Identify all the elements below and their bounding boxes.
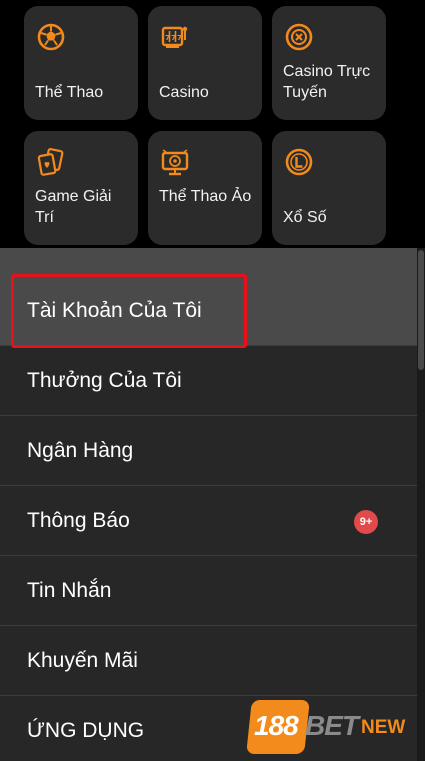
logo-brand: BET bbox=[305, 710, 359, 741]
menu-item-thuong[interactable]: Thưởng Của Tôi bbox=[0, 346, 417, 416]
menu-item-label: Thưởng Của Tôi bbox=[27, 369, 182, 392]
account-menu: Tài Khoản Của Tôi Thưởng Của Tôi Ngân Hà… bbox=[0, 248, 417, 761]
product-tile-the-thao[interactable]: Thể Thao bbox=[24, 6, 138, 120]
product-grid: Thể Thao 777 Casino Casino Trực Tuyến Ga… bbox=[24, 6, 386, 245]
menu-item-khuyen-mai[interactable]: Khuyến Mãi bbox=[0, 626, 417, 696]
menu-item-label: Tin Nhắn bbox=[27, 579, 112, 602]
soccer-ball-icon bbox=[36, 22, 66, 52]
menu-item-label: Khuyến Mãi bbox=[27, 649, 138, 672]
menu-item-ngan-hang[interactable]: Ngân Hàng bbox=[0, 416, 417, 486]
menu-item-tin-nhan[interactable]: Tin Nhắn bbox=[0, 556, 417, 626]
product-label: Game Giải Trí bbox=[35, 188, 112, 226]
menu-item-label: Tài Khoản Của Tôi bbox=[27, 299, 202, 322]
lottery-ball-icon bbox=[284, 147, 314, 177]
virtual-sports-monitor-icon bbox=[160, 147, 190, 177]
product-tile-casino-truc-tuyen[interactable]: Casino Trực Tuyến bbox=[272, 6, 386, 120]
product-tile-the-thao-ao[interactable]: Thể Thao Ảo bbox=[148, 131, 262, 245]
product-label: Thể Thao bbox=[35, 84, 104, 101]
product-tile-casino[interactable]: 777 Casino bbox=[148, 6, 262, 120]
product-label: Casino bbox=[159, 84, 209, 101]
brand-logo: 188 BET NEW bbox=[246, 697, 409, 761]
product-label: Casino Trực Tuyến bbox=[283, 63, 371, 101]
svg-text:7: 7 bbox=[165, 34, 170, 42]
svg-text:7: 7 bbox=[171, 34, 176, 42]
menu-item-label: ỨNG DỤNG bbox=[27, 719, 145, 742]
casino-chip-icon bbox=[284, 22, 314, 52]
playing-cards-icon bbox=[36, 147, 66, 177]
menu-item-label: Ngân Hàng bbox=[27, 439, 134, 462]
menu-item-tai-khoan[interactable]: Tài Khoản Của Tôi bbox=[0, 248, 417, 348]
product-tile-game-giai-tri[interactable]: Game Giải Trí bbox=[24, 131, 138, 245]
logo-number: 188 bbox=[254, 710, 299, 741]
menu-item-label: Thông Báo bbox=[27, 509, 130, 532]
product-label: Thể Thao Ảo bbox=[159, 188, 252, 205]
scrollbar-thumb[interactable] bbox=[418, 250, 424, 370]
product-tile-xo-so[interactable]: Xổ Số bbox=[272, 131, 386, 245]
menu-item-thong-bao[interactable]: Thông Báo 9+ bbox=[0, 486, 417, 556]
notification-badge: 9+ bbox=[354, 510, 378, 534]
slot-machine-icon: 777 bbox=[160, 22, 190, 52]
product-label: Xổ Số bbox=[283, 209, 327, 226]
scrollbar[interactable] bbox=[417, 248, 425, 761]
svg-text:7: 7 bbox=[177, 34, 182, 42]
logo-suffix: NEW bbox=[361, 717, 406, 738]
